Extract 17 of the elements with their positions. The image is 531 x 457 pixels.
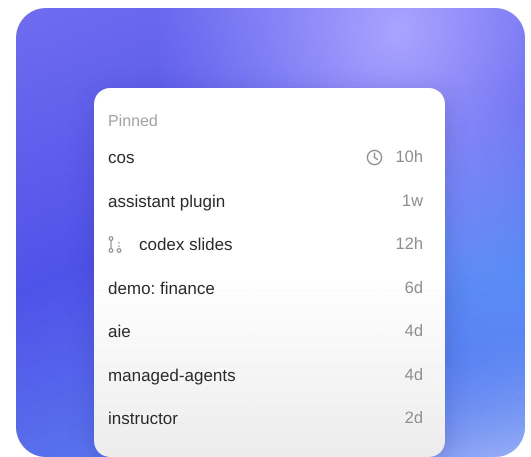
clock-icon [366,149,384,166]
time-label: 12h [395,234,423,256]
time-label: 4d [404,364,423,386]
item-title[interactable]: assistant plugin [108,188,226,214]
item-title[interactable]: codex slides [139,232,233,258]
section-header: Pinned [108,112,159,132]
branch-icon [108,236,122,254]
item-title[interactable]: managed-agents [108,362,236,388]
item-title[interactable]: aie [108,319,131,344]
time-label: 1w [402,190,423,212]
item-title[interactable]: demo: finance [108,276,215,301]
time-label: 6d [404,278,423,299]
item-title[interactable]: instructor [108,406,178,432]
time-label: 10h [395,147,423,168]
item-title[interactable]: cos [108,145,134,170]
time-label: 2d [404,408,423,430]
time-label: 4d [404,321,423,342]
